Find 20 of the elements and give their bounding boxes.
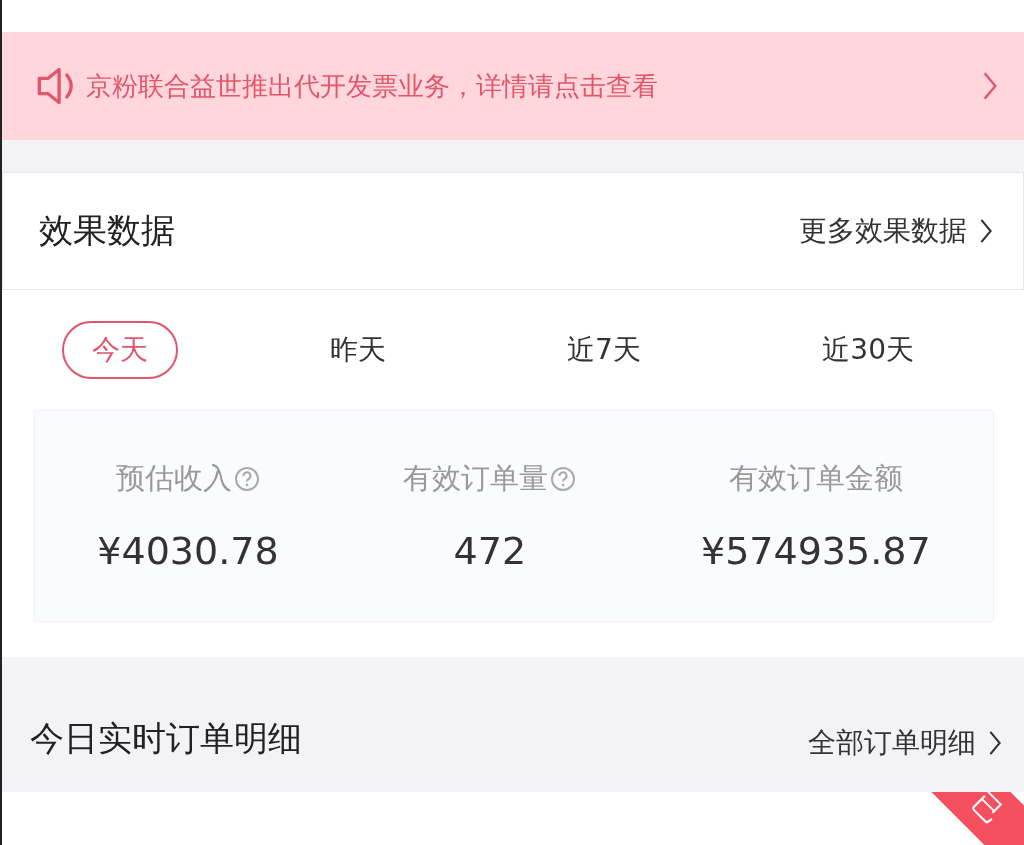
stat-value: ¥4030.78 (97, 529, 279, 573)
all-orders-link[interactable]: 全部订单明细 (808, 724, 1002, 762)
more-data-link[interactable]: 更多效果数据 (799, 212, 993, 250)
chevron-right-icon (988, 730, 1002, 756)
notice-text: 京粉联合益世推出代开发票业务，详情请点击查看 (86, 69, 659, 103)
date-tab[interactable]: 近30天 (792, 321, 944, 379)
chevron-right-icon (979, 218, 993, 244)
stat-value: 472 (453, 529, 527, 573)
help-icon[interactable] (550, 466, 577, 492)
stat-label: 预估收入 (116, 460, 232, 497)
section-title: 效果数据 (39, 209, 175, 252)
stat-label: 有效订单量 (403, 460, 549, 497)
chevron-right-icon (982, 71, 998, 101)
section-title: 今日实时订单明细 (30, 717, 302, 760)
help-icon[interactable] (234, 466, 260, 492)
date-tab[interactable]: 近7天 (537, 321, 671, 379)
date-tab[interactable]: 昨天 (299, 321, 416, 379)
date-tab[interactable]: 今天 (62, 321, 178, 379)
stat-label: 有效订单金额 (728, 460, 903, 497)
stat-value: ¥574935.87 (700, 529, 931, 573)
